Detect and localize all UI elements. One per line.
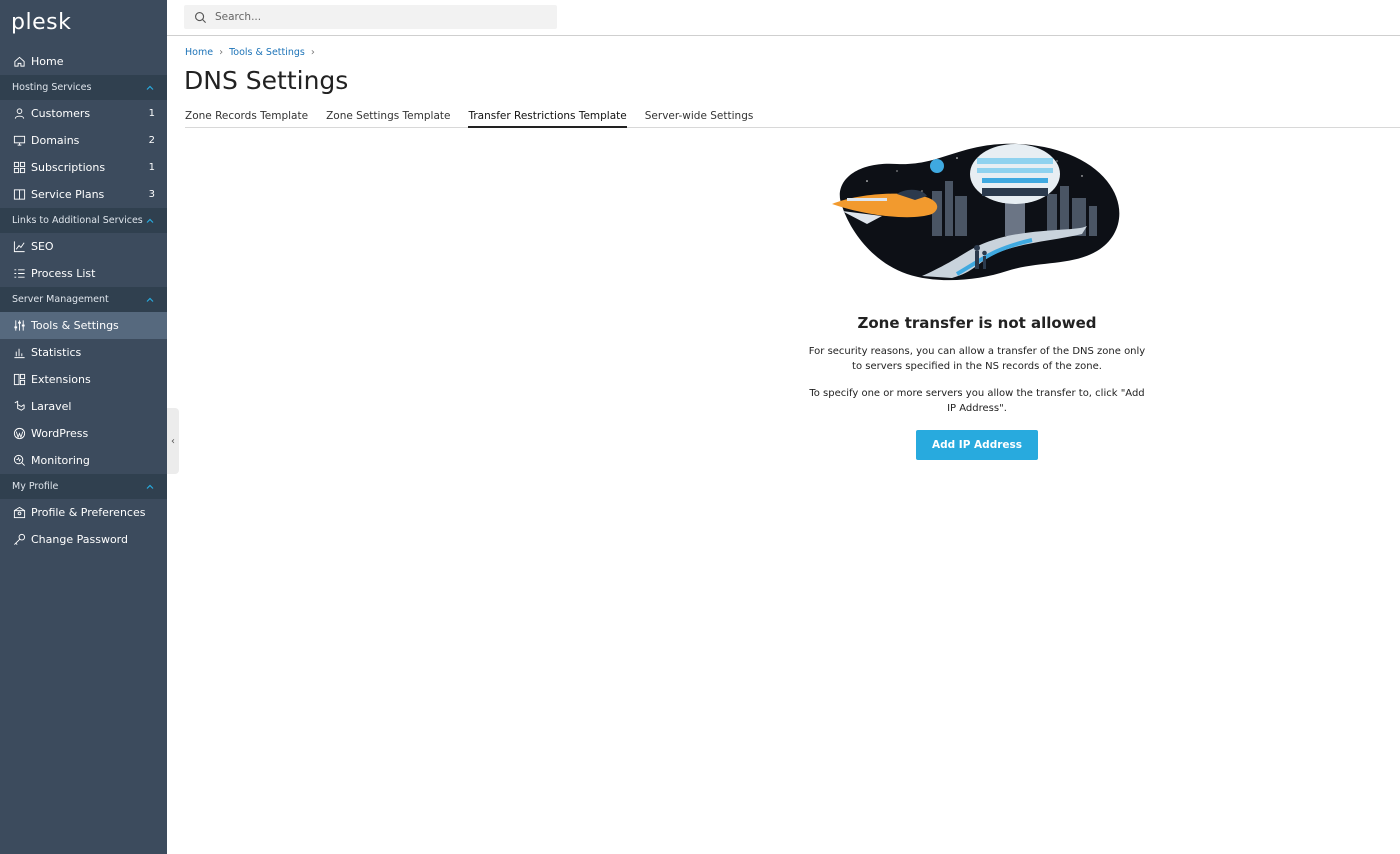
sidebar-item-label: Home (31, 55, 64, 68)
sidebar-item-extensions[interactable]: Extensions (0, 366, 167, 393)
page-title: DNS Settings (184, 66, 349, 95)
sidebar-item-label: Laravel (31, 400, 72, 413)
sidebar-section-my-profile[interactable]: My Profile (0, 474, 167, 499)
sidebar-item-subscriptions[interactable]: Subscriptions 1 (0, 154, 167, 181)
chevron-up-icon (146, 484, 154, 489)
chevron-right-icon: › (219, 47, 224, 58)
tab-zone-records-template[interactable]: Zone Records Template (185, 108, 308, 128)
chevron-up-icon (146, 85, 154, 90)
search-input[interactable] (215, 11, 535, 23)
list-icon (12, 267, 26, 281)
sidebar-item-seo[interactable]: SEO (0, 233, 167, 260)
user-icon (12, 107, 26, 121)
key-icon (12, 533, 26, 547)
empty-state: Zone transfer is not allowed For securit… (787, 136, 1167, 460)
sidebar-item-count: 2 (148, 135, 155, 146)
empty-state-title: Zone transfer is not allowed (857, 314, 1097, 332)
search-icon (195, 11, 207, 23)
sidebar-item-label: Subscriptions (31, 161, 106, 174)
sidebar-item-label: Extensions (31, 373, 91, 386)
main-content: Home › Tools & Settings › DNS Settings Z… (167, 36, 1400, 854)
sidebar-item-label: Service Plans (31, 188, 105, 201)
app-root: plesk Home Hosting Services Customers 1 … (0, 0, 1400, 854)
sidebar-item-service-plans[interactable]: Service Plans 3 (0, 181, 167, 208)
extensions-icon (12, 373, 26, 387)
empty-state-description: For security reasons, you can allow a tr… (808, 346, 1146, 372)
sidebar-item-process-list[interactable]: Process List (0, 260, 167, 287)
monitor-icon (12, 134, 26, 148)
sidebar-section-links-additional-services[interactable]: Links to Additional Services (0, 208, 167, 233)
sidebar-item-label: Customers (31, 107, 91, 120)
tab-bar: Zone Records Template Zone Settings Temp… (185, 108, 1400, 128)
wordpress-icon (12, 427, 26, 441)
laravel-icon (12, 400, 26, 414)
sidebar-item-tools-settings[interactable]: Tools & Settings (0, 312, 167, 339)
sidebar-item-label: Statistics (31, 346, 82, 359)
sidebar-item-count: 1 (148, 162, 155, 173)
sidebar-item-label: Process List (31, 267, 96, 280)
sidebar-item-count: 3 (148, 189, 155, 200)
sidebar-section-label: Hosting Services (12, 82, 92, 93)
sidebar-item-label: Change Password (31, 533, 128, 546)
sidebar-item-wordpress[interactable]: WordPress (0, 420, 167, 447)
grid-icon (12, 161, 26, 175)
profile-icon (12, 506, 26, 520)
monitoring-icon (12, 454, 26, 468)
sidebar-item-statistics[interactable]: Statistics (0, 339, 167, 366)
tab-transfer-restrictions-template[interactable]: Transfer Restrictions Template (468, 108, 627, 128)
sidebar-item-label: Tools & Settings (31, 319, 119, 332)
top-bar (167, 0, 1400, 36)
sidebar-item-home[interactable]: Home (0, 48, 167, 75)
tab-server-wide-settings[interactable]: Server-wide Settings (645, 108, 754, 128)
sidebar-item-label: Profile & Preferences (31, 506, 146, 519)
bar-chart-icon (12, 346, 26, 360)
sidebar-item-label: Domains (31, 134, 80, 147)
sidebar-section-label: My Profile (12, 481, 59, 492)
add-ip-address-button[interactable]: Add IP Address (915, 430, 1039, 460)
breadcrumb: Home › Tools & Settings › (185, 47, 321, 58)
chevron-up-icon (146, 297, 154, 302)
book-icon (12, 188, 26, 202)
search-box (184, 5, 557, 29)
sidebar: plesk Home Hosting Services Customers 1 … (0, 0, 167, 854)
breadcrumb-home[interactable]: Home (185, 47, 213, 58)
sidebar-item-change-password[interactable]: Change Password (0, 526, 167, 553)
sidebar-item-monitoring[interactable]: Monitoring (0, 447, 167, 474)
sliders-icon (12, 319, 26, 333)
sidebar-section-server-management[interactable]: Server Management (0, 287, 167, 312)
chevron-up-icon (146, 218, 154, 223)
sidebar-item-label: SEO (31, 240, 54, 253)
home-icon (12, 55, 26, 69)
tab-zone-settings-template[interactable]: Zone Settings Template (326, 108, 450, 128)
plesk-logo[interactable]: plesk (0, 0, 167, 48)
sidebar-section-hosting-services[interactable]: Hosting Services (0, 75, 167, 100)
sidebar-item-profile-preferences[interactable]: Profile & Preferences (0, 499, 167, 526)
sidebar-item-label: WordPress (31, 427, 89, 440)
sidebar-section-label: Server Management (12, 294, 109, 305)
sidebar-item-label: Monitoring (31, 454, 90, 467)
sidebar-item-count: 1 (148, 108, 155, 119)
sidebar-section-label: Links to Additional Services (12, 215, 143, 226)
chevron-right-icon: › (310, 47, 315, 58)
sidebar-item-laravel[interactable]: Laravel (0, 393, 167, 420)
empty-state-hint: To specify one or more servers you allow… (809, 388, 1145, 414)
space-city-illustration (832, 143, 1120, 281)
sidebar-item-customers[interactable]: Customers 1 (0, 100, 167, 127)
sidebar-item-domains[interactable]: Domains 2 (0, 127, 167, 154)
breadcrumb-tools-settings[interactable]: Tools & Settings (229, 47, 305, 58)
chart-line-icon (12, 240, 26, 254)
